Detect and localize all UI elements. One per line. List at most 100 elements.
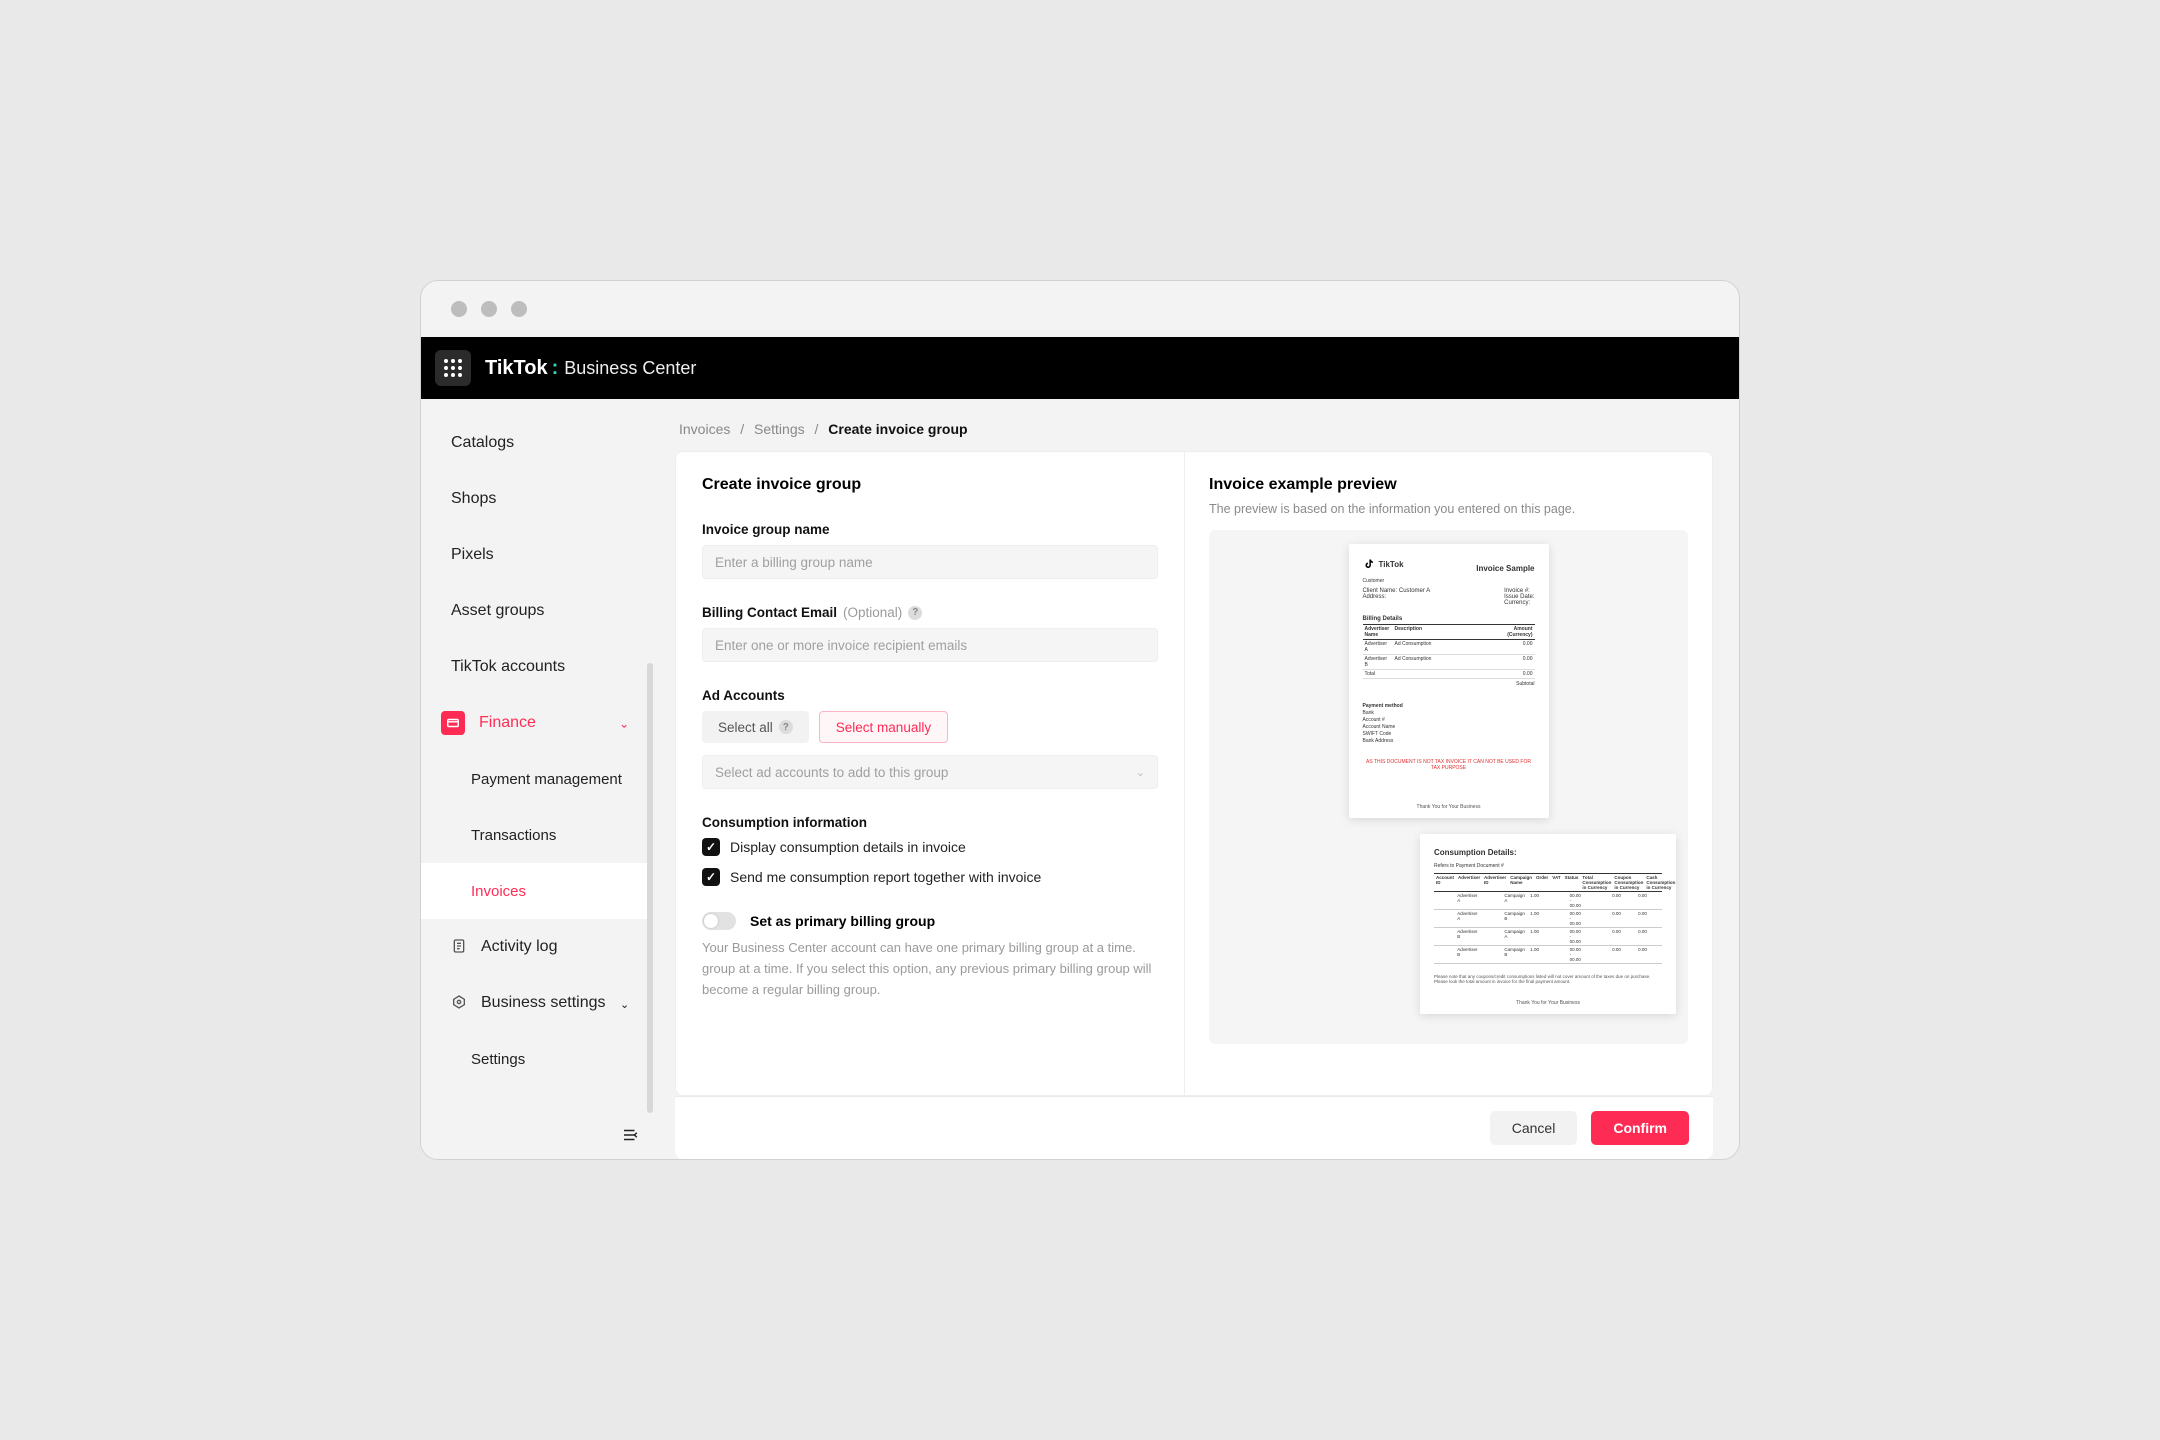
chevron-up-icon: ⌃	[620, 997, 629, 1010]
settings-hex-icon	[451, 994, 469, 1012]
toggle-track	[702, 912, 736, 930]
tiktok-icon	[1363, 558, 1375, 570]
toggle-knob	[704, 914, 718, 928]
brand-suffix: Business Center	[564, 358, 696, 379]
sidebar-item-settings[interactable]: Settings	[421, 1031, 653, 1087]
breadcrumb-settings[interactable]: Settings	[754, 421, 805, 437]
sidebar-item-catalogs[interactable]: Catalogs	[421, 415, 653, 471]
doc-meta-row: Client Name: Customer A Address: Invoice…	[1363, 588, 1535, 606]
th: Advertiser Name	[1363, 625, 1393, 639]
group-name-input[interactable]	[702, 545, 1158, 579]
sidebar-label: Invoices	[471, 883, 526, 900]
sidebar-item-activity-log[interactable]: Activity log	[421, 919, 653, 975]
action-bar: Cancel Confirm	[675, 1096, 1713, 1159]
seg-label: Select all	[718, 720, 773, 735]
checkbox-label: Display consumption details in invoice	[730, 839, 966, 855]
collapse-sidebar-icon[interactable]	[621, 1126, 639, 1149]
select-placeholder: Select ad accounts to add to this group	[715, 765, 948, 780]
billing-contact-input[interactable]	[702, 628, 1158, 662]
traffic-light-close[interactable]	[451, 301, 467, 317]
sidebar-label: Catalogs	[451, 434, 514, 452]
sidebar-label: TikTok accounts	[451, 658, 565, 676]
invoice-sample-doc: TikTok Invoice Sample Customer Client Na…	[1349, 544, 1549, 818]
sidebar-scrollbar[interactable]	[647, 663, 653, 1113]
seg-select-all[interactable]: Select all ?	[702, 711, 809, 743]
activity-log-icon	[451, 938, 469, 956]
sidebar-item-pixels[interactable]: Pixels	[421, 527, 653, 583]
label-text: Billing Contact Email	[702, 605, 837, 620]
sidebar-item-tiktok-accounts[interactable]: TikTok accounts	[421, 639, 653, 695]
sidebar-item-finance[interactable]: Finance ⌃	[421, 695, 653, 751]
brand-colon-icon: :	[552, 357, 559, 380]
breadcrumb-sep: /	[740, 421, 744, 437]
th: Amount (Currency)	[1495, 625, 1535, 639]
doc-section-title: Billing Details	[1363, 616, 1535, 622]
sidebar-label: Payment management	[471, 771, 622, 788]
th: Description	[1393, 625, 1495, 639]
brand-name: TikTok	[485, 357, 548, 380]
help-icon[interactable]: ?	[779, 720, 793, 734]
toggle-primary-billing[interactable]: Set as primary billing group	[702, 912, 1158, 930]
doc-customer: Customer	[1363, 578, 1535, 586]
cancel-button[interactable]: Cancel	[1490, 1111, 1578, 1145]
seg-select-manually[interactable]: Select manually	[819, 711, 948, 743]
sidebar-item-invoices[interactable]: Invoices	[421, 863, 653, 919]
doc2-title: Consumption Details:	[1434, 848, 1662, 857]
sidebar-item-shops[interactable]: Shops	[421, 471, 653, 527]
help-icon[interactable]: ?	[908, 606, 922, 620]
field-consumption: Consumption information ✓ Display consum…	[702, 815, 1158, 886]
seg-label: Select manually	[836, 720, 931, 735]
ad-accounts-select[interactable]: Select ad accounts to add to this group …	[702, 755, 1158, 789]
panel-title: Create invoice group	[702, 476, 1158, 494]
consumption-details-doc: Consumption Details: Refers to Payment D…	[1420, 834, 1676, 1014]
field-ad-accounts: Ad Accounts Select all ? Select manually	[702, 688, 1158, 789]
checkbox-display-consumption[interactable]: ✓ Display consumption details in invoice	[702, 838, 1158, 856]
app-switcher-icon[interactable]	[435, 350, 471, 386]
sidebar-item-asset-groups[interactable]: Asset groups	[421, 583, 653, 639]
chevron-up-icon: ⌃	[619, 716, 629, 730]
doc2-note: Please note that any coupons/credit cons…	[1434, 974, 1662, 984]
sidebar-label: Transactions	[471, 827, 556, 844]
doc-client-label: Client Name:	[1363, 588, 1398, 594]
traffic-light-max[interactable]	[511, 301, 527, 317]
breadcrumb-invoices[interactable]: Invoices	[679, 421, 730, 437]
sidebar-label: Activity log	[481, 938, 557, 956]
subtotal-label: Subtotal	[1516, 681, 1534, 687]
checkbox-send-report[interactable]: ✓ Send me consumption report together wi…	[702, 868, 1158, 886]
sidebar-item-payment-management[interactable]: Payment management	[421, 751, 653, 807]
doc-table-head: Advertiser Name Description Amount (Curr…	[1363, 624, 1535, 640]
doc-invoiceno: Invoice #:	[1504, 588, 1534, 594]
sidebar-label: Pixels	[451, 546, 494, 564]
checkbox-label: Send me consumption report together with…	[730, 869, 1041, 885]
checkbox-icon: ✓	[702, 838, 720, 856]
form-panel: Create invoice group Invoice group name …	[675, 451, 1185, 1096]
doc2-head: Account IDAdvertiserAdvertiser IDCampaig…	[1434, 874, 1662, 892]
doc-table-body: Advertiser AAd Consumption0.00Advertiser…	[1363, 640, 1535, 679]
layout: Catalogs Shops Pixels Asset groups TikTo…	[421, 399, 1739, 1159]
sidebar-item-transactions[interactable]: Transactions	[421, 807, 653, 863]
breadcrumb: Invoices / Settings / Create invoice gro…	[679, 421, 1713, 437]
doc-subtotal: Subtotal	[1363, 681, 1535, 687]
traffic-light-min[interactable]	[481, 301, 497, 317]
doc-warning: AS THIS DOCUMENT IS NOT TAX INVOICE IT C…	[1363, 759, 1535, 771]
pay-lines: BankAccount #Account NameSWIFT CodeBank …	[1363, 710, 1535, 745]
sidebar: Catalogs Shops Pixels Asset groups TikTo…	[421, 399, 653, 1159]
sidebar-item-business-settings[interactable]: Business settings ⌃	[421, 975, 653, 1031]
doc-currency: Currency:	[1504, 600, 1534, 606]
app-window: TikTok: Business Center Catalogs Shops P…	[420, 280, 1740, 1160]
doc-footer: Thank You for Your Business	[1349, 804, 1549, 810]
sidebar-label: Shops	[451, 490, 496, 508]
confirm-button[interactable]: Confirm	[1591, 1111, 1689, 1145]
doc-logo-text: TikTok	[1379, 560, 1404, 569]
sidebar-label: Business settings	[481, 994, 606, 1012]
sidebar-label: Finance	[479, 714, 536, 732]
main-area: Invoices / Settings / Create invoice gro…	[653, 399, 1739, 1159]
toggle-label: Set as primary billing group	[750, 913, 935, 929]
helper-text: Your Business Center account can have on…	[702, 938, 1158, 1000]
top-bar: TikTok: Business Center	[421, 337, 1739, 399]
label-group-name: Invoice group name	[702, 522, 1158, 537]
pay-title: Payment method	[1363, 703, 1535, 710]
checkbox-icon: ✓	[702, 868, 720, 886]
label-billing-contact: Billing Contact Email (Optional) ?	[702, 605, 1158, 620]
preview-area: TikTok Invoice Sample Customer Client Na…	[1209, 530, 1688, 1044]
